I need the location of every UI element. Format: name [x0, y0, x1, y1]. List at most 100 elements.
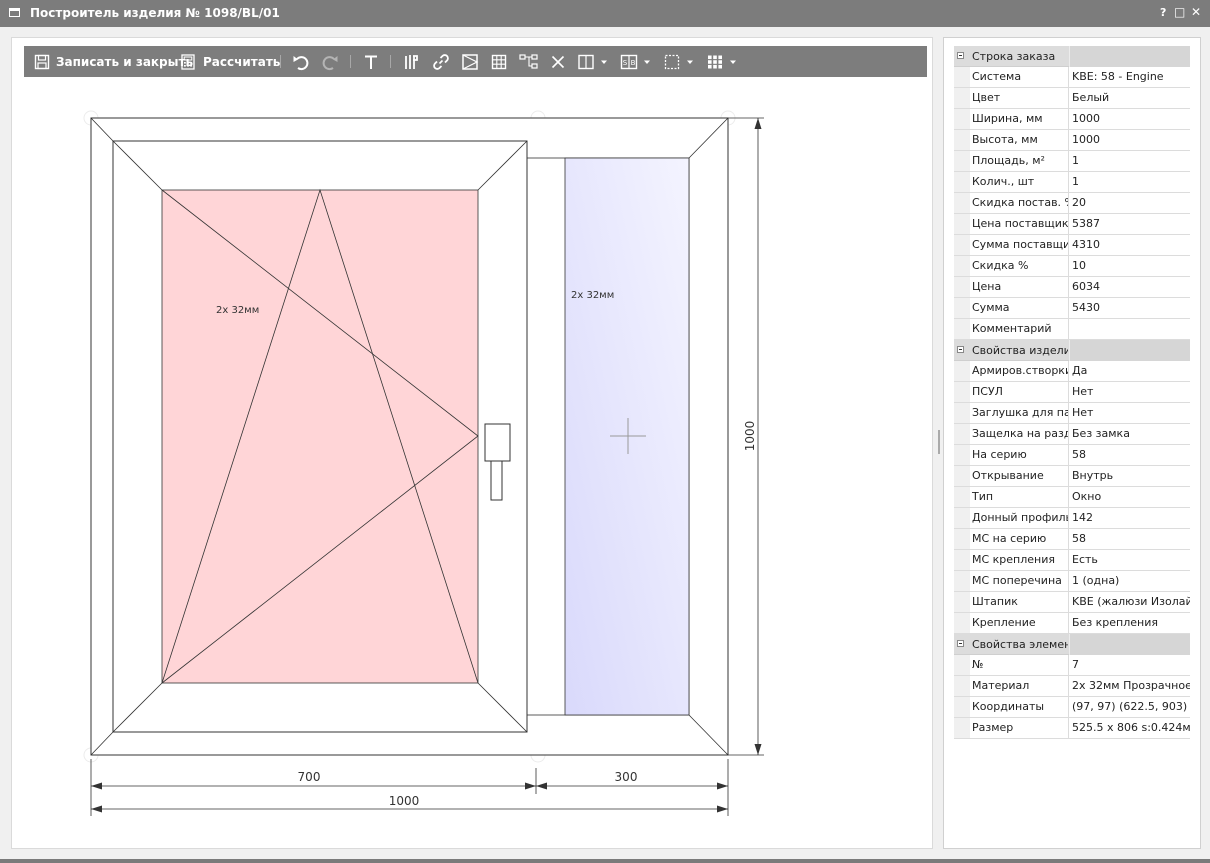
property-name: МС на серию: [970, 529, 1069, 549]
property-group-header[interactable]: Строка заказа: [954, 46, 1190, 67]
row-gutter: [954, 298, 970, 318]
property-value[interactable]: Без замка: [1072, 424, 1190, 444]
property-value[interactable]: 10: [1072, 256, 1190, 276]
window-drawing[interactable]: 2x 32мм 2x 32мм 1000 700 300 1000: [12, 38, 932, 848]
property-row[interactable]: Сумма поставщика4310: [954, 235, 1190, 256]
property-row[interactable]: Защелка на раздыБез замка: [954, 424, 1190, 445]
row-gutter: [954, 655, 970, 675]
property-row[interactable]: Армиров.створки Да: [954, 361, 1190, 382]
property-value[interactable]: 5430: [1072, 298, 1190, 318]
property-name: Цена поставщика: [970, 214, 1069, 234]
property-value[interactable]: 7: [1072, 655, 1190, 675]
property-row[interactable]: ПСУЛ Нет: [954, 382, 1190, 403]
row-gutter: [954, 361, 970, 381]
property-name: Комментарий: [970, 319, 1069, 339]
property-value[interactable]: 1 (одна): [1072, 571, 1190, 591]
property-value[interactable]: KBE (жалюзи Изолайт): [1072, 592, 1190, 612]
row-gutter: [954, 193, 970, 213]
property-row[interactable]: ШтапикKBE (жалюзи Изолайт): [954, 592, 1190, 613]
property-value[interactable]: 142: [1072, 508, 1190, 528]
property-value[interactable]: 58: [1072, 445, 1190, 465]
help-button[interactable]: ?: [1160, 6, 1166, 19]
property-name: ПСУЛ: [970, 382, 1069, 402]
collapse-toggle-icon[interactable]: [957, 640, 964, 647]
property-value[interactable]: 2x 32мм Прозрачное ст: [1072, 676, 1190, 696]
property-row[interactable]: Крепление Без крепления: [954, 613, 1190, 634]
property-row[interactable]: Комментарий: [954, 319, 1190, 340]
property-value[interactable]: Нет: [1072, 382, 1190, 402]
property-row[interactable]: Колич., шт 1: [954, 172, 1190, 193]
maximize-button[interactable]: □: [1174, 5, 1185, 19]
collapse-toggle-icon[interactable]: [957, 52, 964, 59]
property-name: Цена: [970, 277, 1069, 297]
property-row[interactable]: Скидка постав. % 20: [954, 193, 1190, 214]
collapse-toggle-icon[interactable]: [957, 346, 964, 353]
property-value[interactable]: Есть: [1072, 550, 1190, 570]
row-gutter: [954, 172, 970, 192]
row-gutter: [954, 424, 970, 444]
property-row[interactable]: Сумма 5430: [954, 298, 1190, 319]
property-value[interactable]: KBE: 58 - Engine: [1072, 67, 1190, 87]
property-value[interactable]: Да: [1072, 361, 1190, 381]
property-value[interactable]: [1072, 319, 1190, 339]
property-value[interactable]: 525.5 x 806 s:0.424м²: [1072, 718, 1190, 738]
property-value[interactable]: 6034: [1072, 277, 1190, 297]
row-gutter: [954, 151, 970, 171]
property-name: Крепление: [970, 613, 1069, 633]
property-value[interactable]: 4310: [1072, 235, 1190, 255]
property-group-header[interactable]: Свойства элемента: [954, 634, 1190, 655]
property-row[interactable]: Координаты (97, 97) (622.5, 903): [954, 697, 1190, 718]
property-value[interactable]: 5387: [1072, 214, 1190, 234]
property-row[interactable]: МС поперечина 1 (одна): [954, 571, 1190, 592]
property-value[interactable]: 1: [1072, 151, 1190, 171]
property-value[interactable]: 1000: [1072, 109, 1190, 129]
property-group-header[interactable]: Свойства изделия: [954, 340, 1190, 361]
property-name: Материал: [970, 676, 1069, 696]
property-row[interactable]: На серию 58: [954, 445, 1190, 466]
property-row[interactable]: Ширина, мм 1000: [954, 109, 1190, 130]
row-gutter: [954, 529, 970, 549]
property-row[interactable]: Донный профиль 7142: [954, 508, 1190, 529]
property-row[interactable]: Открывание Внутрь: [954, 466, 1190, 487]
property-group-title: Свойства изделия: [972, 344, 1068, 357]
property-row[interactable]: Цвет Белый: [954, 88, 1190, 109]
sash-glass[interactable]: [161, 189, 479, 684]
property-name: Ширина, мм: [970, 109, 1069, 129]
height-dimension: 1000: [728, 117, 764, 756]
property-row[interactable]: Цена 6034: [954, 277, 1190, 298]
property-value[interactable]: Окно: [1072, 487, 1190, 507]
property-name: Сумма поставщика: [970, 235, 1069, 255]
property-name: №: [970, 655, 1069, 675]
property-value[interactable]: Нет: [1072, 403, 1190, 423]
property-row[interactable]: Цена поставщика 5387: [954, 214, 1190, 235]
property-row[interactable]: Система KBE: 58 - Engine: [954, 67, 1190, 88]
row-gutter: [954, 676, 970, 696]
property-row[interactable]: Тип Окно: [954, 487, 1190, 508]
property-row[interactable]: Скидка % 10: [954, 256, 1190, 277]
property-row[interactable]: Площадь, м² 1: [954, 151, 1190, 172]
property-value[interactable]: Внутрь: [1072, 466, 1190, 486]
property-value[interactable]: (97, 97) (622.5, 903): [1072, 697, 1190, 717]
property-row[interactable]: Заглушка для пазаНет: [954, 403, 1190, 424]
property-row[interactable]: № 7: [954, 655, 1190, 676]
property-value[interactable]: 20: [1072, 193, 1190, 213]
property-row[interactable]: МС на серию 58: [954, 529, 1190, 550]
property-group-title: Свойства элемента: [972, 638, 1068, 651]
property-name: Скидка %: [970, 256, 1069, 276]
property-value[interactable]: 58: [1072, 529, 1190, 549]
window-title-bar: Построитель изделия № 1098/BL/01 ? □ ✕: [0, 0, 1210, 27]
window-title: Построитель изделия № 1098/BL/01: [30, 6, 280, 20]
property-group-title: Строка заказа: [972, 50, 1056, 63]
property-value[interactable]: 1: [1072, 172, 1190, 192]
panel-splitter[interactable]: [938, 430, 940, 454]
property-row[interactable]: Высота, мм 1000: [954, 130, 1190, 151]
row-gutter: [954, 550, 970, 570]
property-row[interactable]: Размер 525.5 x 806 s:0.424м²: [954, 718, 1190, 739]
row-gutter: [954, 319, 970, 339]
property-value[interactable]: Без крепления: [1072, 613, 1190, 633]
property-value[interactable]: Белый: [1072, 88, 1190, 108]
property-row[interactable]: Материал2x 32мм Прозрачное ст: [954, 676, 1190, 697]
close-button[interactable]: ✕: [1191, 5, 1201, 19]
property-row[interactable]: МС крепления Есть: [954, 550, 1190, 571]
property-value[interactable]: 1000: [1072, 130, 1190, 150]
